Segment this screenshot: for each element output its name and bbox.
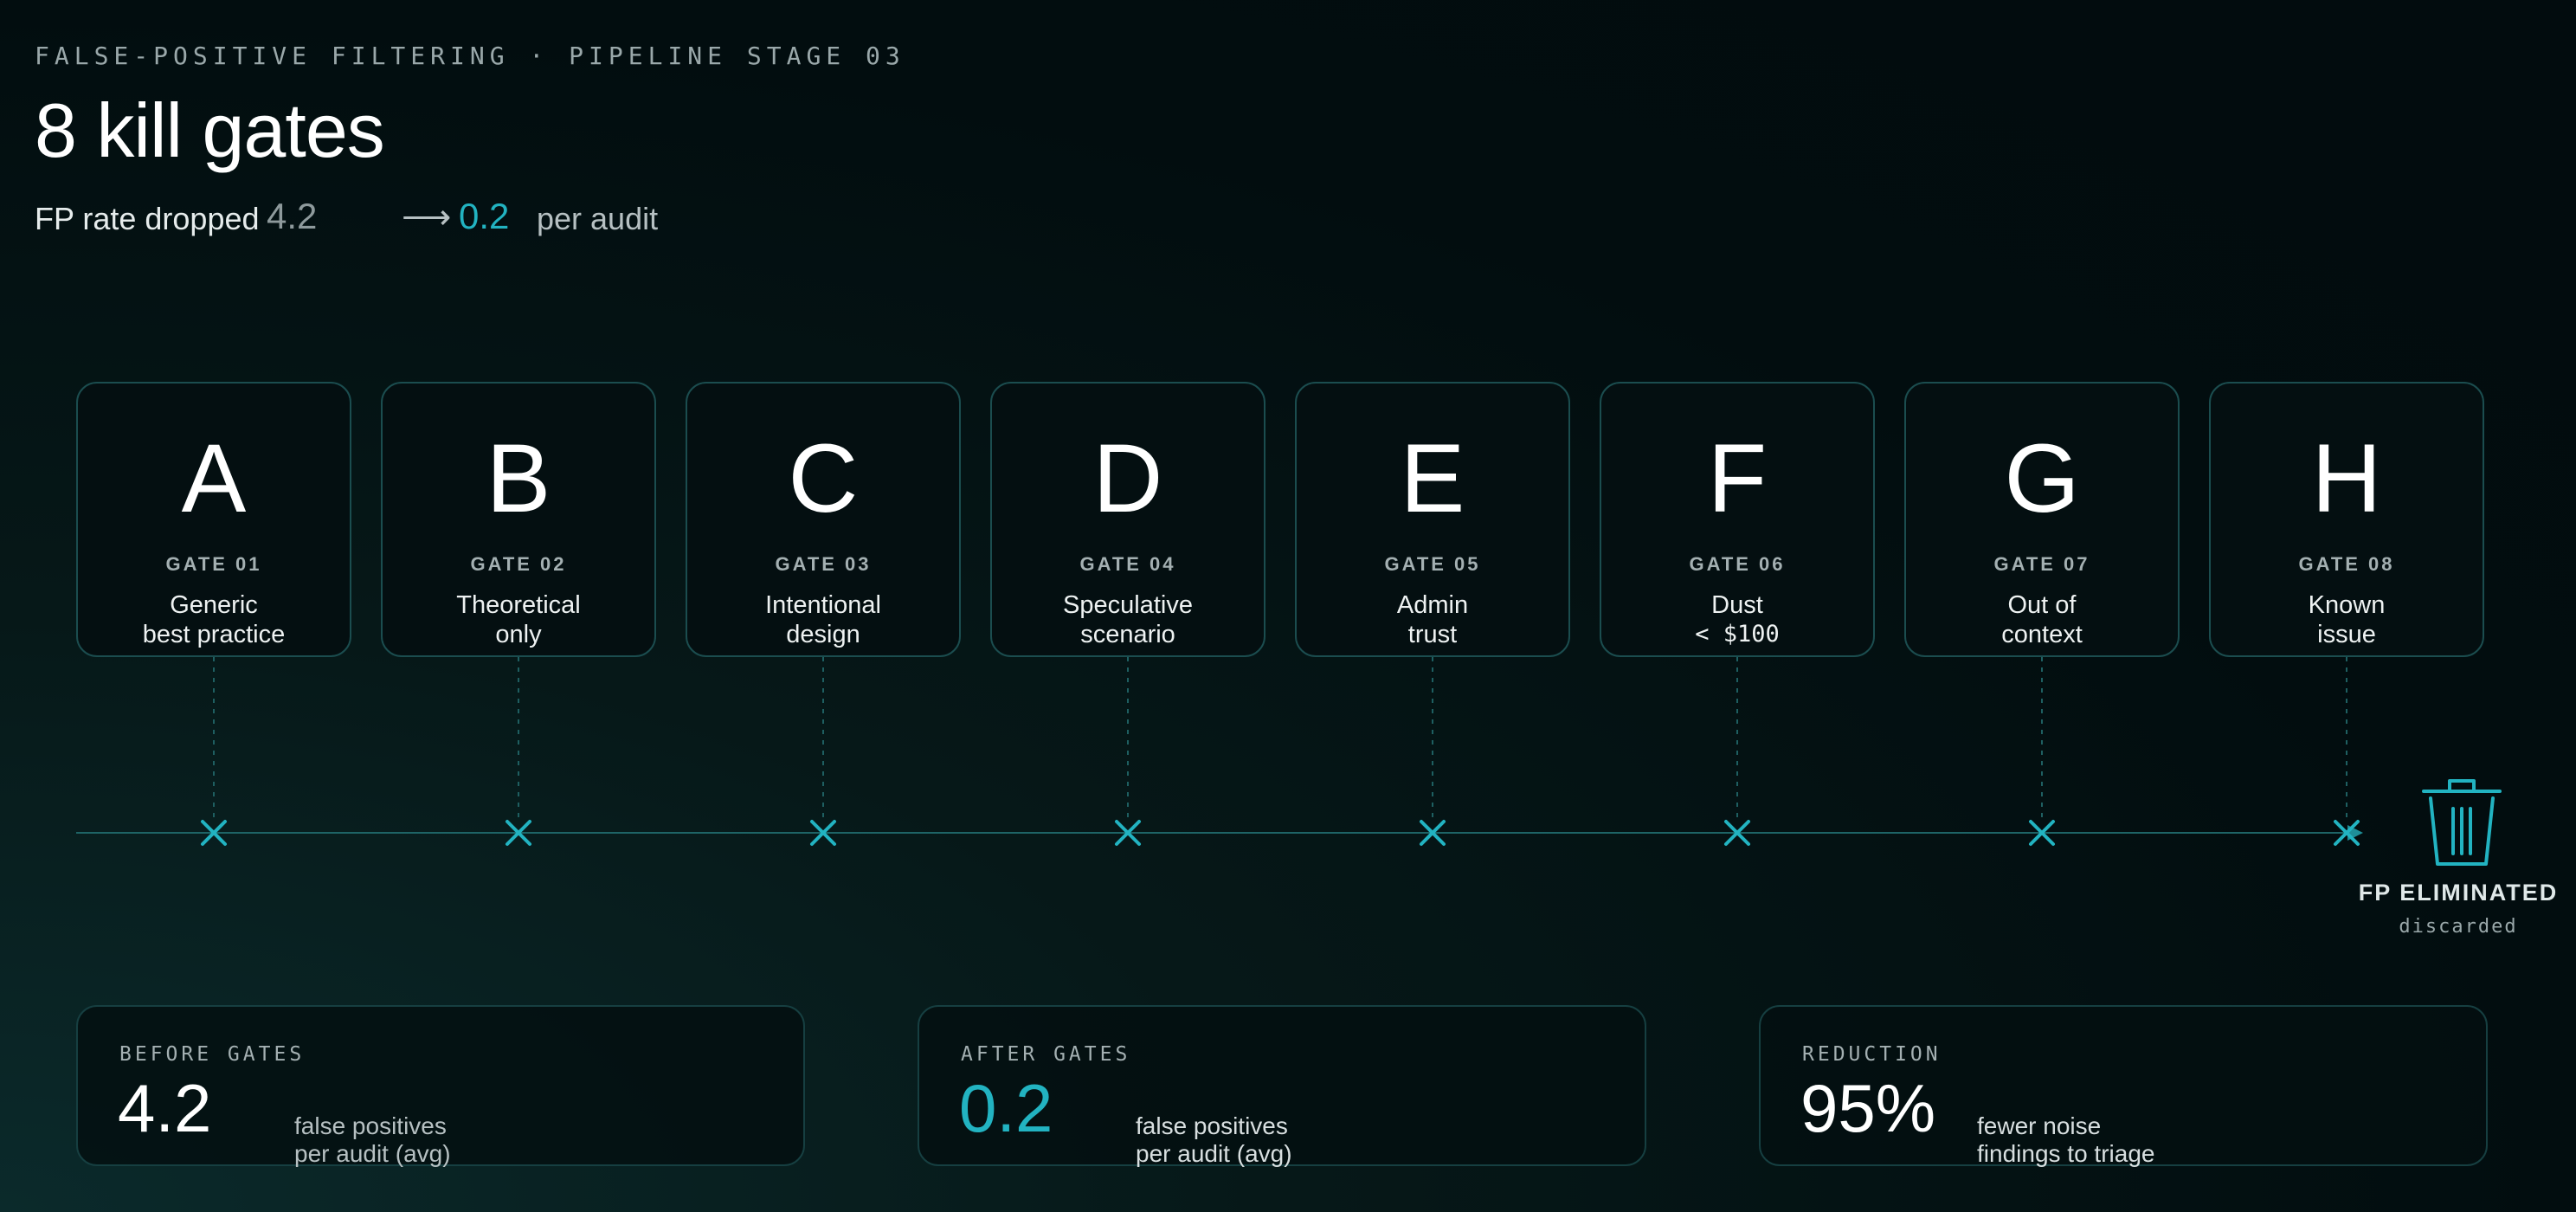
gate-number: GATE 02 [470,553,567,575]
gate-desc-line2: issue [2317,621,2376,648]
gate-card-f: F GATE 06 Dust < $100 [1600,382,1875,657]
gate-desc-line2: < $100 [1695,621,1780,648]
stat-label: AFTER GATES [961,1043,1131,1066]
gate-desc-line2: only [495,621,542,648]
gate-letter: C [788,424,859,532]
gate-letter: D [1092,424,1163,532]
trash-icon [2422,779,2502,866]
sink-subtitle: discarded [2399,916,2518,938]
gate-desc-line2: best practice [142,621,286,648]
gate-letter: H [2311,424,2382,532]
gate-desc-line1: Out of [2007,591,2077,619]
stat-label: REDUCTION [1802,1043,1942,1066]
sink-title: FP ELIMINATED [2358,880,2559,906]
stat-caption-line1: fewer noise [1977,1112,2102,1139]
gate-card-b: B GATE 02 Theoretical only [381,382,656,657]
gate-number: GATE 03 [775,553,872,575]
gate-number: GATE 07 [1993,553,2090,575]
gate-card-g: G GATE 07 Out of context [1904,382,2180,657]
gate-card-h: H GATE 08 Known issue [2209,382,2484,657]
stat-card-after: AFTER GATES 0.2 false positives per audi… [918,1005,1646,1167]
gate-connectors [213,657,2347,817]
gate-desc-line2: design [786,621,860,648]
gate-letter: B [486,424,551,532]
gate-card-a: A GATE 01 Generic best practice [76,382,351,657]
gate-desc-line1: Admin [1396,591,1469,619]
stat-caption-line2: per audit (avg) [1136,1140,1292,1167]
gate-card-c: C GATE 03 Intentional design [686,382,961,657]
gate-number: GATE 05 [1384,553,1481,575]
stat-card-reduction: REDUCTION 95% fewer noise findings to tr… [1759,1005,2488,1167]
stat-caption-line2: per audit (avg) [294,1140,451,1167]
gate-desc-line1: Speculative [1063,591,1193,619]
stat-card-before: BEFORE GATES 4.2 false positives per aud… [76,1005,805,1167]
gate-letter: A [181,424,247,532]
gate-desc-line2: trust [1407,621,1458,648]
gate-letter: F [1707,424,1768,532]
gate-letter: E [1400,424,1465,532]
gate-desc-line2: scenario [1080,621,1175,648]
gate-number: GATE 04 [1079,553,1176,575]
gate-desc-line2: context [2001,621,2083,648]
gate-card-e: E GATE 05 Admin trust [1295,382,1570,657]
gate-desc-line1: Generic [170,591,258,619]
gate-desc-line1: Known [2308,591,2386,619]
stat-value: 0.2 [959,1070,1053,1146]
stat-label: BEFORE GATES [119,1043,306,1066]
gate-number: GATE 06 [1689,553,1786,575]
stat-caption-line1: false positives [294,1112,447,1139]
gate-number: GATE 08 [2298,553,2395,575]
stat-caption-line1: false positives [1136,1112,1288,1139]
gate-desc-line1: Dust [1711,591,1763,619]
gate-desc-line1: Theoretical [456,591,581,619]
gate-number: GATE 01 [165,553,262,575]
stat-value: 4.2 [118,1070,212,1146]
stat-caption-line2: findings to triage [1977,1140,2155,1167]
gate-desc-line1: Intentional [765,591,881,619]
stat-value: 95% [1800,1070,1936,1146]
gate-letter: G [2004,424,2080,532]
gate-card-d: D GATE 04 Speculative scenario [990,382,1265,657]
